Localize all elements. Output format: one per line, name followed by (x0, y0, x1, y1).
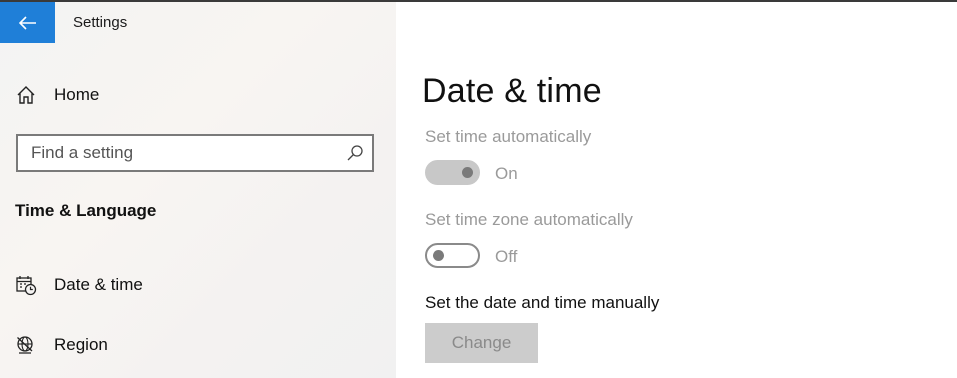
set-zone-auto-label: Set time zone automatically (425, 210, 633, 229)
sidebar-item-label: Home (54, 85, 100, 104)
sidebar-item-region[interactable]: Region (0, 325, 396, 365)
sidebar-item-label: Region (54, 335, 108, 354)
back-button[interactable] (0, 2, 55, 43)
section-title: Time & Language (15, 201, 157, 220)
manual-date-time-label: Set the date and time manually (425, 293, 660, 312)
search-icon[interactable] (346, 144, 364, 162)
sidebar-item-home[interactable]: Home (0, 75, 396, 115)
set-zone-auto-state: Off (495, 247, 518, 266)
sidebar: Settings Home Time & Language Date & tim (0, 0, 396, 378)
globe-icon (14, 333, 38, 357)
search-box (16, 134, 374, 172)
set-time-auto-toggle[interactable] (425, 160, 480, 185)
toggle-knob (433, 250, 444, 261)
change-button[interactable]: Change (425, 323, 538, 363)
sidebar-item-label: Date & time (54, 275, 143, 294)
set-zone-auto-toggle[interactable] (425, 243, 480, 268)
set-time-auto-state: On (495, 164, 518, 183)
calendar-clock-icon (14, 273, 38, 297)
set-time-auto-label: Set time automatically (425, 127, 592, 146)
sidebar-item-date-time[interactable]: Date & time (0, 265, 396, 305)
home-icon (14, 83, 38, 107)
page-title: Date & time (422, 72, 602, 110)
window-top-border (0, 0, 957, 2)
app-title: Settings (73, 14, 128, 31)
toggle-knob (462, 167, 473, 178)
search-input[interactable] (18, 136, 338, 170)
back-arrow-icon (18, 15, 36, 30)
